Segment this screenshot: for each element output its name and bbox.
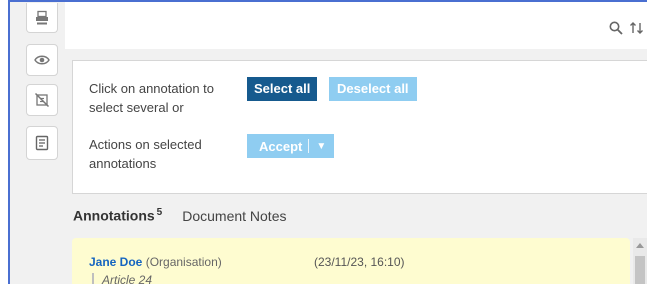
- select-all-button[interactable]: Select all: [247, 77, 318, 101]
- scroll-up-arrow-icon[interactable]: [636, 243, 644, 248]
- stamp-icon: [36, 10, 48, 24]
- annotation-timestamp: (23/11/23, 16:10): [314, 255, 405, 269]
- actions-label: Actions on selected annotations: [89, 137, 202, 171]
- header-bar: [65, 2, 647, 49]
- stamp-button[interactable]: [26, 3, 58, 33]
- notes-button[interactable]: [26, 126, 58, 160]
- tab-annotations-label: Annotations: [73, 207, 155, 224]
- annotations-count-badge: 5: [156, 207, 163, 218]
- bulk-actions-panel: Click on annotation to select several or…: [72, 60, 647, 194]
- accept-button[interactable]: Accept: [247, 139, 308, 154]
- side-toolbar: [26, 0, 58, 175]
- hide-annotations-button[interactable]: [26, 84, 58, 116]
- deselect-all-button[interactable]: Deselect all: [329, 77, 417, 101]
- search-icon[interactable]: [609, 21, 623, 35]
- annotation-quote: Article 24: [92, 273, 152, 284]
- tab-document-notes[interactable]: Document Notes: [182, 208, 286, 224]
- author-name[interactable]: Jane Doe: [89, 255, 142, 269]
- split-divider: [308, 139, 310, 153]
- author-organisation: (Organisation): [145, 255, 222, 269]
- annotation-card[interactable]: Jane Doe (Organisation) (23/11/23, 16:10…: [72, 238, 630, 284]
- selection-instruction: Click on annotation to select several or: [89, 81, 215, 115]
- chevron-down-icon[interactable]: ▼: [309, 141, 334, 152]
- view-button[interactable]: [26, 44, 58, 76]
- tab-annotations[interactable]: Annotations 5: [73, 207, 162, 224]
- list-scrollbar[interactable]: [633, 238, 647, 284]
- annotation-tabs: Annotations 5 Document Notes: [73, 207, 287, 227]
- annotation-author: Jane Doe (Organisation): [89, 255, 222, 269]
- eye-icon: [34, 55, 50, 65]
- hide-annotations-icon: [34, 92, 50, 108]
- notes-icon: [35, 135, 49, 151]
- scroll-thumb[interactable]: [635, 256, 645, 284]
- sort-icon[interactable]: [629, 20, 645, 36]
- accept-split-button: Accept ▼: [247, 134, 335, 158]
